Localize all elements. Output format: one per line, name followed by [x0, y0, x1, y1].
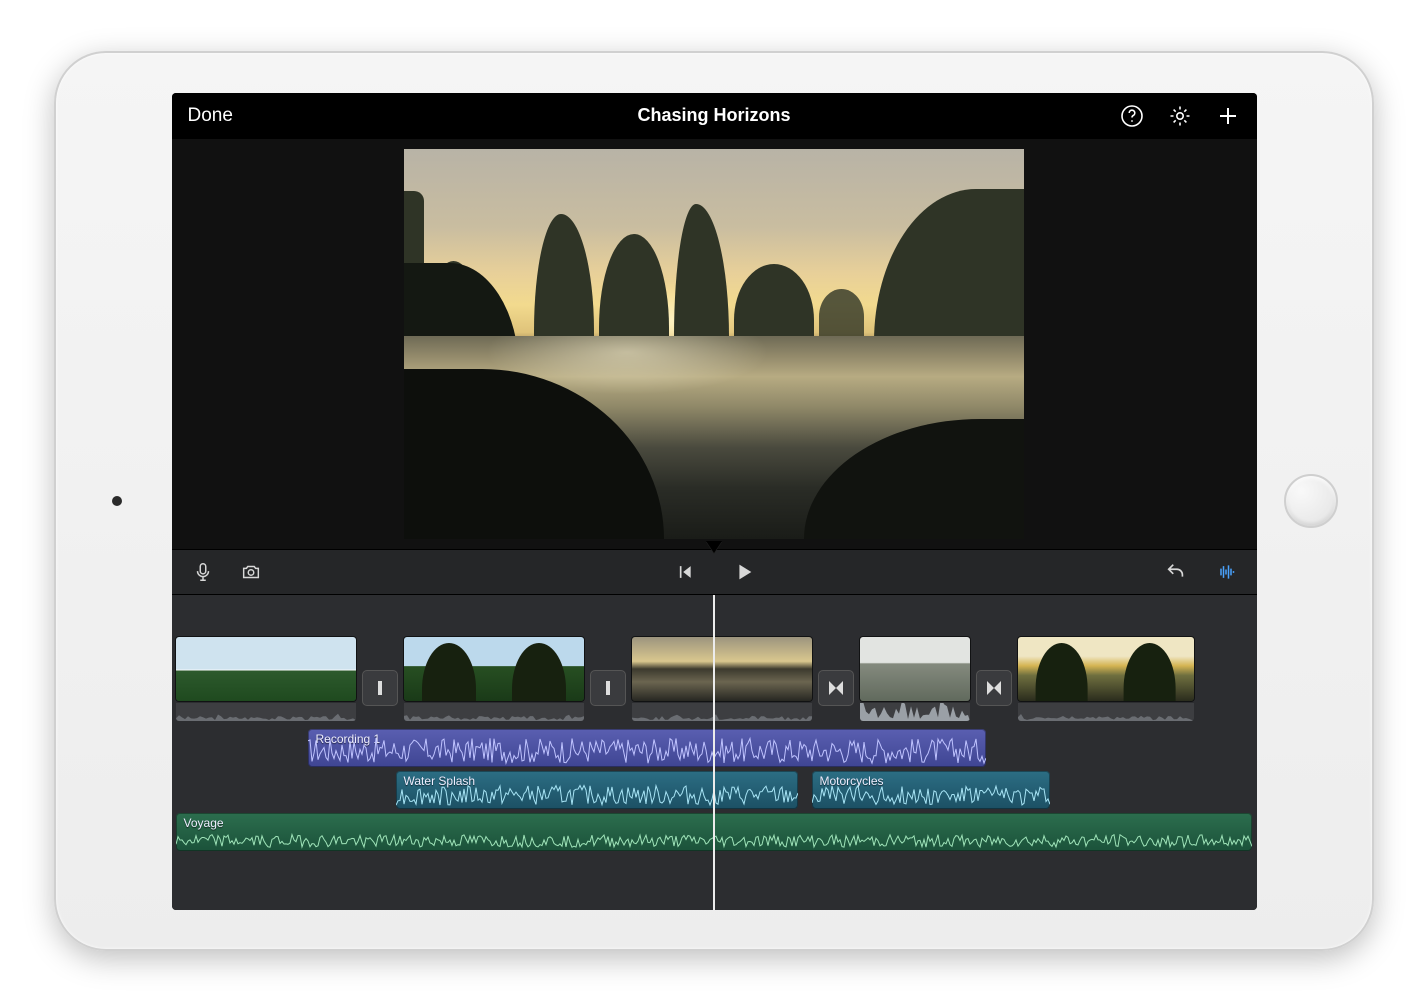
transport-bar [172, 549, 1257, 595]
transition-cross-icon[interactable] [976, 670, 1012, 706]
ipad-device-frame: Done Chasing Horizons [54, 51, 1374, 951]
playhead-marker-icon [706, 542, 722, 554]
transition-none-icon[interactable] [590, 670, 626, 706]
audio-row[interactable]: Voyage [172, 813, 1257, 855]
help-icon[interactable] [1119, 103, 1145, 129]
top-bar: Done Chasing Horizons [172, 93, 1257, 139]
clip-audio-strip [860, 703, 970, 721]
audio-clip[interactable]: Motorcycles [812, 771, 1050, 809]
video-clip[interactable] [860, 637, 970, 721]
ipad-camera [112, 496, 122, 506]
plus-icon[interactable] [1215, 103, 1241, 129]
clip-thumbnail [722, 637, 812, 701]
clip-thumbnail [176, 637, 266, 701]
microphone-icon[interactable] [190, 559, 216, 585]
video-clip[interactable] [1018, 637, 1194, 721]
app-screen: Done Chasing Horizons [172, 93, 1257, 910]
clip-thumbnail [266, 637, 356, 701]
audio-clip[interactable]: Recording 1 [308, 729, 986, 767]
preview-frame [404, 149, 1024, 539]
timeline[interactable]: Recording 1 Water Splash Motorcycles Voya… [172, 595, 1257, 910]
clip-audio-strip [632, 703, 812, 721]
video-clip[interactable] [632, 637, 812, 721]
video-clip[interactable] [176, 637, 356, 721]
skip-back-icon[interactable] [671, 559, 697, 585]
video-preview[interactable] [172, 139, 1257, 549]
audio-row[interactable]: Water Splash Motorcycles [172, 771, 1257, 813]
clip-thumbnail [494, 637, 584, 701]
video-track[interactable] [172, 637, 1257, 725]
camera-icon[interactable] [238, 559, 264, 585]
undo-icon[interactable] [1163, 559, 1189, 585]
clip-thumbnail [1018, 637, 1106, 701]
audio-tracks[interactable]: Recording 1 Water Splash Motorcycles Voya… [172, 729, 1257, 855]
gear-icon[interactable] [1167, 103, 1193, 129]
project-title: Chasing Horizons [637, 105, 790, 125]
transition-none-icon[interactable] [362, 670, 398, 706]
clip-thumbnail [632, 637, 722, 701]
clip-audio-strip [404, 703, 584, 721]
waveform-icon[interactable] [1213, 559, 1239, 585]
clip-thumbnail [1106, 637, 1194, 701]
ipad-home-button[interactable] [1284, 474, 1338, 528]
transition-cross-icon[interactable] [818, 670, 854, 706]
audio-clip[interactable]: Voyage [176, 813, 1252, 851]
clip-audio-strip [1018, 703, 1194, 721]
audio-row[interactable]: Recording 1 [172, 729, 1257, 771]
done-button[interactable]: Done [188, 105, 233, 126]
clip-audio-strip [176, 703, 356, 721]
audio-clip[interactable]: Water Splash [396, 771, 798, 809]
video-clip[interactable] [404, 637, 584, 721]
clip-thumbnail [860, 637, 970, 701]
play-icon[interactable] [731, 559, 757, 585]
clip-thumbnail [404, 637, 494, 701]
